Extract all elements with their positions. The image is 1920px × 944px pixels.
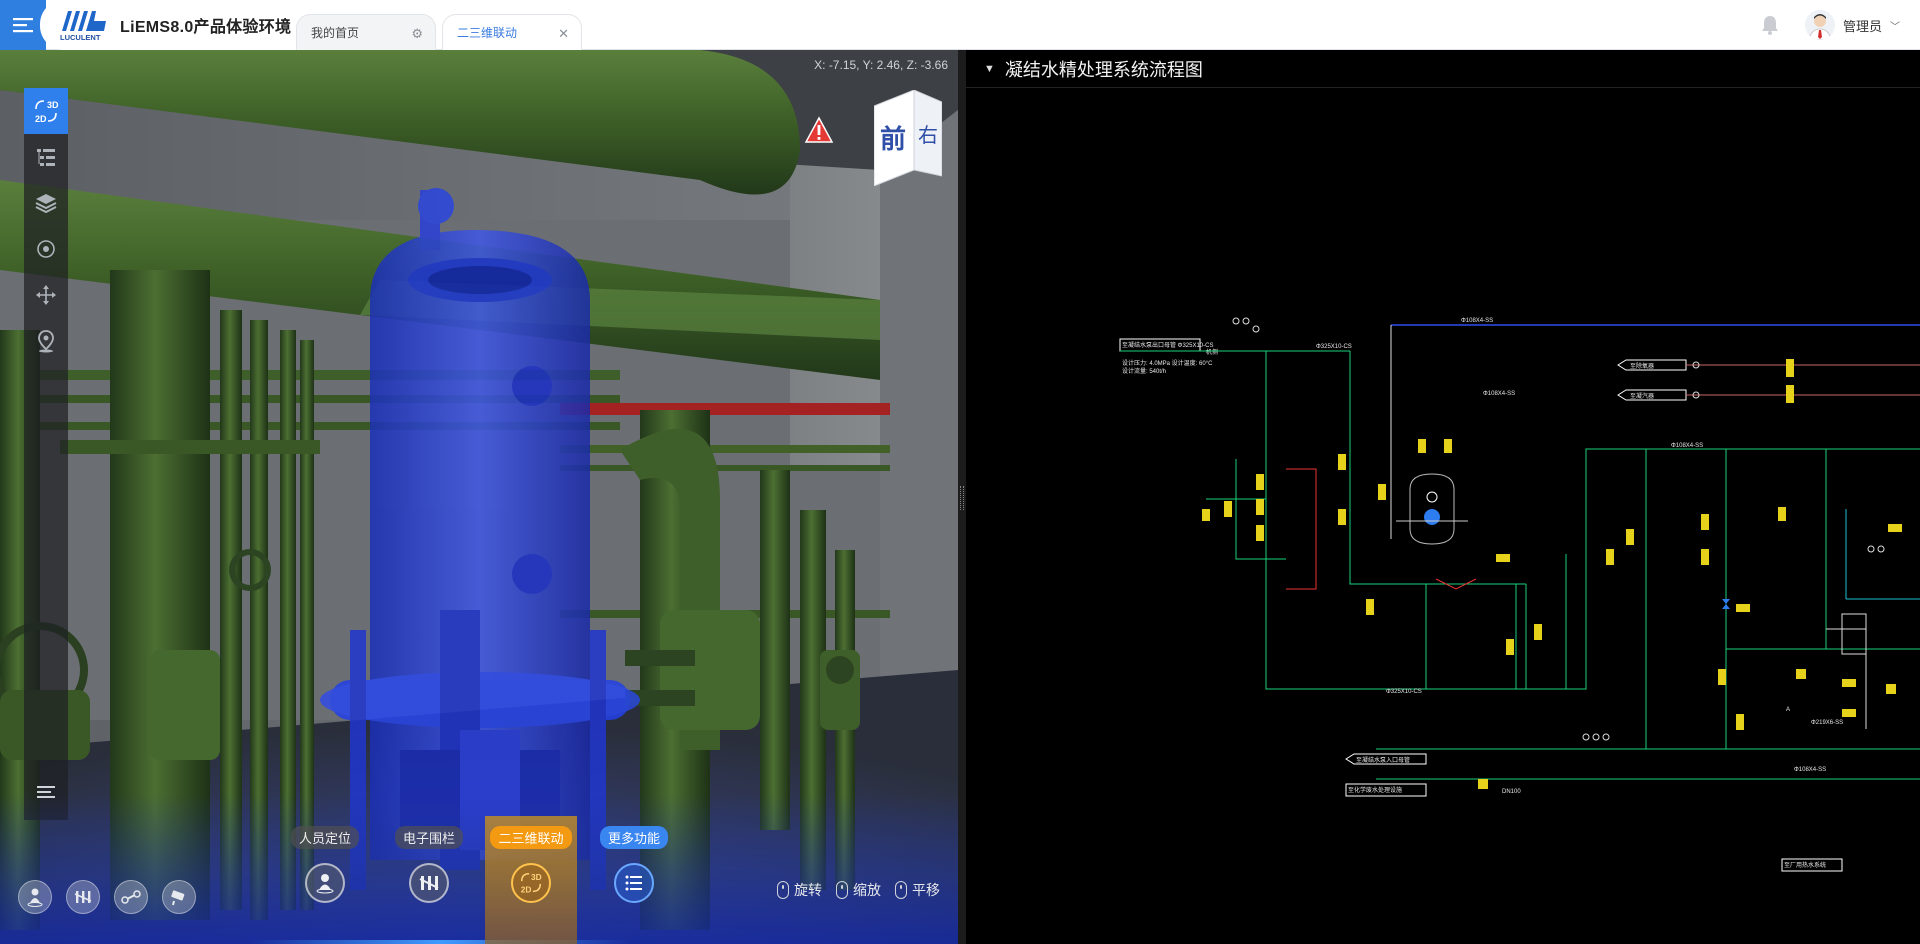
hint-rotate-label: 旋转 bbox=[794, 882, 822, 898]
hamburger-menu-icon bbox=[13, 18, 33, 33]
hint-pan: 平移 bbox=[895, 880, 940, 900]
avatar[interactable] bbox=[1804, 10, 1835, 40]
target-icon bbox=[37, 240, 55, 258]
person-location-function[interactable]: 人员定位 bbox=[279, 816, 371, 944]
camera-coordinates: X: -7.15, Y: 2.46, Z: -3.66 bbox=[814, 58, 948, 72]
hint-zoom: 缩放 bbox=[836, 880, 881, 900]
view-cube-right: 右 bbox=[918, 123, 938, 147]
tab-home[interactable]: 我的首页 ⚙ bbox=[296, 14, 436, 50]
label-top-line: Φ108X4-SS bbox=[1461, 318, 1493, 324]
list-icon bbox=[614, 863, 654, 903]
hint-rotate: 旋转 bbox=[777, 880, 822, 900]
svg-text:2D: 2D bbox=[35, 114, 47, 124]
app-title: LiEMS8.0产品体验环境 bbox=[120, 19, 292, 36]
2d-3d-link-label: 二三维联动 bbox=[490, 826, 572, 849]
mouse-wheel-icon bbox=[836, 881, 848, 899]
label-machine-side: 机侧 bbox=[1206, 348, 1218, 356]
quick-tools bbox=[18, 880, 210, 914]
warning-icon[interactable] bbox=[804, 116, 834, 144]
2d-3d-link-function[interactable]: 二三维联动 3D 2D bbox=[485, 816, 577, 944]
hint-pan-label: 平移 bbox=[912, 882, 940, 898]
toggle-2d-3d-button[interactable]: 3D 2D bbox=[24, 88, 68, 134]
svg-text:2D: 2D bbox=[521, 884, 532, 894]
label-tank-top: Φ108X4-SS bbox=[1483, 391, 1515, 397]
move-button[interactable] bbox=[24, 272, 68, 318]
label-inlet: 至凝结水泵出口母管 Φ325X10-CS bbox=[1122, 341, 1213, 349]
mouse-left-icon bbox=[777, 881, 789, 899]
tab-bar: 我的首页 ⚙ 二三维联动 ✕ bbox=[296, 14, 588, 50]
splitter-grip-icon bbox=[960, 486, 964, 510]
label-outlet1: 至除氧器 bbox=[1630, 362, 1654, 370]
person-location-quick-button[interactable] bbox=[18, 880, 52, 914]
label-pipe-b: Φ108X4-SS bbox=[1671, 443, 1703, 449]
location-pin-icon bbox=[38, 330, 54, 353]
tank-symbol[interactable] bbox=[1396, 473, 1468, 545]
drone-icon bbox=[121, 890, 141, 904]
label-return1: 至凝结水泵入口母管 bbox=[1356, 756, 1410, 764]
chevron-down-icon[interactable]: ﹀ bbox=[1890, 18, 1900, 33]
left-toolbar: 3D 2D bbox=[24, 88, 68, 820]
bottom-function-bar: 人员定位 电子围栏 二三维联动 3D 2D 更多功能 旋转 缩放 平移 bbox=[0, 794, 958, 944]
view-cube-front: 前 bbox=[880, 124, 906, 155]
panel-header[interactable]: ▼ 凝结水精处理系统流程图 bbox=[966, 50, 1920, 88]
tree-list-button[interactable] bbox=[24, 134, 68, 180]
top-bar: LUCULENT LiEMS8.0产品体验环境 我的首页 ⚙ 二三维联动 ✕ 管… bbox=[0, 0, 1920, 50]
logo-text: LUCULENT bbox=[60, 33, 101, 42]
label-inlet-note1: 设计压力: 4.0MPa 设计温度: 60°C bbox=[1122, 359, 1213, 367]
person-location-label: 人员定位 bbox=[290, 826, 359, 849]
tab-home-label: 我的首页 bbox=[311, 26, 360, 40]
label-pipe-c: Φ219X6-SS bbox=[1811, 720, 1843, 726]
fence-label: 电子围栏 bbox=[394, 826, 463, 849]
toggle-2d-3d-icon: 3D 2D bbox=[35, 100, 59, 124]
svg-text:3D: 3D bbox=[531, 872, 542, 882]
label-pipe-a: Φ325X10-CS bbox=[1316, 344, 1352, 350]
fence-quick-button[interactable] bbox=[66, 880, 100, 914]
camera-quick-button[interactable] bbox=[162, 880, 196, 914]
target-button[interactable] bbox=[24, 226, 68, 272]
2d-diagram-panel: ▼ 凝结水精处理系统流程图 Φ108X4-SS 至凝结水泵出口母管 Φ325X1… bbox=[966, 50, 1920, 944]
header-right: 管理员 ﹀ bbox=[1759, 0, 1920, 50]
bell-icon[interactable] bbox=[1759, 14, 1781, 36]
user-name[interactable]: 管理员 bbox=[1843, 16, 1882, 35]
process-flow-diagram[interactable]: Φ108X4-SS 至凝结水泵出口母管 Φ325X10-CS 设计压力: 4.0… bbox=[966, 89, 1920, 944]
tree-list-icon bbox=[37, 149, 55, 166]
gear-icon[interactable]: ⚙ bbox=[411, 26, 423, 42]
tab-2d-3d-link[interactable]: 二三维联动 ✕ bbox=[442, 14, 582, 50]
fence-icon bbox=[74, 891, 92, 903]
camera-icon bbox=[171, 890, 185, 906]
fence-function[interactable]: 电子围栏 bbox=[383, 816, 475, 944]
view-cube[interactable]: 前 右 bbox=[873, 89, 943, 187]
label-inlet-note2: 设计流量: 540t/h bbox=[1122, 367, 1166, 375]
svg-text:3D: 3D bbox=[47, 100, 59, 110]
3d-viewport[interactable]: X: -7.15, Y: 2.46, Z: -3.66 前 右 3D 2D 人员… bbox=[0, 50, 958, 944]
panel-title: 凝结水精处理系统流程图 bbox=[1004, 59, 1203, 80]
brand: LUCULENT LiEMS8.0产品体验环境 bbox=[40, 0, 296, 50]
label-label-a: A bbox=[1786, 707, 1790, 713]
fence-icon bbox=[409, 863, 449, 903]
label-pipe-b2: Φ108X4-SS bbox=[1794, 767, 1826, 773]
mouse-hints: 旋转 缩放 平移 bbox=[763, 880, 940, 900]
label-outlet2: 至凝汽器 bbox=[1630, 392, 1654, 400]
label-bottom-right: 至厂用热水系统 bbox=[1784, 861, 1826, 869]
more-functions-label: 更多功能 bbox=[599, 826, 668, 849]
layers-icon bbox=[35, 194, 57, 214]
panel-splitter[interactable] bbox=[958, 50, 966, 944]
mouse-right-icon bbox=[895, 881, 907, 899]
hint-zoom-label: 缩放 bbox=[853, 882, 881, 898]
label-dn: DN100 bbox=[1502, 789, 1521, 795]
label-pipe-a2: Φ325X10-CS bbox=[1386, 689, 1422, 695]
brand-logo: LUCULENT bbox=[58, 7, 110, 43]
label-return2: 至化学废水处理设施 bbox=[1348, 786, 1402, 794]
caret-down-icon[interactable]: ▼ bbox=[984, 63, 995, 75]
move-icon bbox=[36, 285, 56, 305]
tab-2d-3d-label: 二三维联动 bbox=[457, 26, 518, 40]
location-pin-button[interactable] bbox=[24, 318, 68, 364]
more-functions-function[interactable]: 更多功能 bbox=[588, 816, 680, 944]
person-location-icon bbox=[305, 863, 345, 903]
toggle-2d-3d-icon: 3D 2D bbox=[511, 863, 551, 903]
person-location-icon bbox=[27, 888, 43, 907]
close-icon[interactable]: ✕ bbox=[558, 26, 569, 42]
layers-button[interactable] bbox=[24, 180, 68, 226]
drone-quick-button[interactable] bbox=[114, 880, 148, 914]
